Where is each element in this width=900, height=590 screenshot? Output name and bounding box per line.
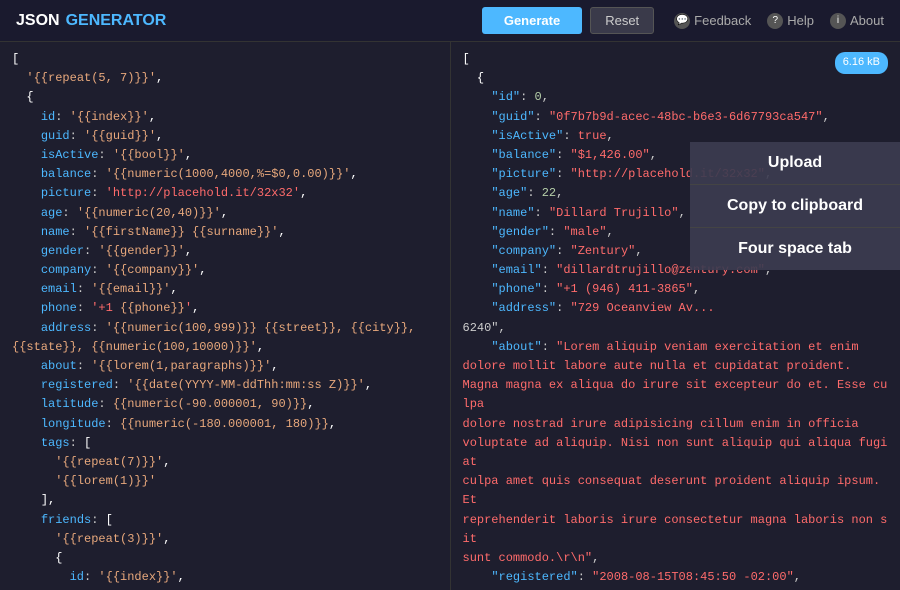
help-link[interactable]: ? Help — [767, 13, 814, 29]
help-icon: ? — [767, 13, 783, 29]
header-controls: Generate Reset — [482, 7, 654, 34]
logo-generator-text: GENERATOR — [66, 12, 167, 30]
about-icon: i — [830, 13, 846, 29]
generate-button[interactable]: Generate — [482, 7, 582, 34]
main-content: [ '{{repeat(5, 7)}}', { id: '{{index}}',… — [0, 42, 900, 590]
output-panel: 6.16 kB Upload Copy to clipboard Four sp… — [451, 42, 900, 590]
four-space-tab-button[interactable]: Four space tab — [690, 228, 900, 270]
editor-panel[interactable]: [ '{{repeat(5, 7)}}', { id: '{{index}}',… — [0, 42, 451, 590]
about-label: About — [850, 13, 884, 28]
header: JSON GENERATOR Generate Reset 💬 Feedback… — [0, 0, 900, 42]
logo-json-text: JSON — [16, 12, 60, 30]
logo: JSON GENERATOR — [16, 12, 166, 30]
editor-code[interactable]: [ '{{repeat(5, 7)}}', { id: '{{index}}',… — [12, 50, 438, 590]
feedback-icon: 💬 — [674, 13, 690, 29]
overlay-buttons: Upload Copy to clipboard Four space tab — [690, 142, 900, 270]
upload-button[interactable]: Upload — [690, 142, 900, 185]
help-label: Help — [787, 13, 814, 28]
output-code: [ { "id": 0, "guid": "0f7b7b9d-acec-48bc… — [463, 50, 889, 590]
feedback-link[interactable]: 💬 Feedback — [674, 13, 751, 29]
reset-button[interactable]: Reset — [590, 7, 654, 34]
file-size-badge: 6.16 kB — [835, 52, 888, 74]
about-link[interactable]: i About — [830, 13, 884, 29]
copy-to-clipboard-button[interactable]: Copy to clipboard — [690, 185, 900, 228]
header-links: 💬 Feedback ? Help i About — [674, 13, 884, 29]
feedback-label: Feedback — [694, 13, 751, 28]
